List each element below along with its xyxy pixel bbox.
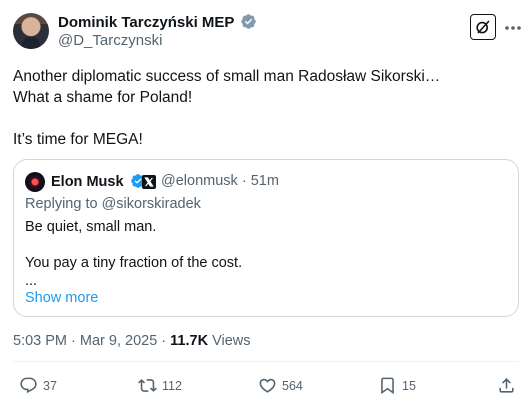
like-count: 564 [282, 378, 303, 393]
meta-separator: · [241, 173, 247, 189]
quoted-tweet-text: Be quiet, small man. You pay a tiny frac… [25, 218, 505, 289]
tweet-text: Another diplomatic success of small man … [13, 66, 513, 150]
repost-icon [138, 379, 157, 392]
bookmark-button[interactable]: 15 [378, 376, 416, 395]
share-icon [499, 378, 514, 393]
quoted-author-handle: @elonmusk [161, 173, 238, 189]
verified-badge-icon [241, 14, 257, 29]
repost-button[interactable]: 112 [138, 376, 182, 395]
views-label: Views [208, 333, 251, 349]
share-button[interactable] [497, 376, 516, 395]
bookmark-icon [381, 377, 394, 395]
quoted-ellipsis: ... [25, 273, 38, 289]
grok-icon [476, 20, 490, 34]
like-button[interactable]: 564 [258, 376, 303, 395]
show-more-link[interactable]: Show more [25, 290, 98, 306]
repost-count: 112 [162, 378, 182, 393]
x-affiliate-badge-icon [142, 175, 156, 189]
views-count: 11.7K [170, 333, 209, 349]
quoted-line: Be quiet, small man. [25, 219, 157, 235]
reply-icon [20, 377, 37, 394]
replying-to-text: Replying to @sikorskiradek [25, 196, 201, 212]
quoted-tweet-card[interactable]: Elon Musk @elonmusk · 51m Replying to @s… [13, 159, 519, 317]
author-name-link[interactable]: Dominik Tarczyński MEP [58, 13, 257, 31]
tweet-line: What a shame for Poland! [13, 89, 193, 106]
reply-count: 37 [43, 378, 57, 393]
tweet-timestamp: 5:03 PM · Mar 9, 2025 · 11.7K Views [13, 333, 251, 349]
time-date[interactable]: 5:03 PM · Mar 9, 2025 · [13, 333, 170, 349]
quoted-author-name: Elon Musk [51, 174, 124, 190]
quoted-line: You pay a tiny fraction of the cost. [25, 255, 243, 271]
more-options-icon[interactable] [503, 18, 523, 38]
divider [13, 361, 519, 362]
bookmark-count: 15 [402, 378, 416, 393]
tweet-line: It’s time for MEGA! [13, 131, 143, 148]
author-avatar[interactable] [13, 13, 49, 49]
author-handle[interactable]: @D_Tarczynski [58, 32, 162, 49]
quoted-time[interactable]: 51m [251, 173, 279, 189]
grok-button[interactable] [470, 14, 496, 40]
heart-icon [259, 378, 276, 393]
author-name[interactable]: Dominik Tarczyński MEP [58, 14, 234, 31]
reply-button[interactable]: 37 [19, 376, 57, 395]
tweet-line: Another diplomatic success of small man … [13, 68, 441, 85]
quoted-author-avatar[interactable] [25, 172, 45, 192]
